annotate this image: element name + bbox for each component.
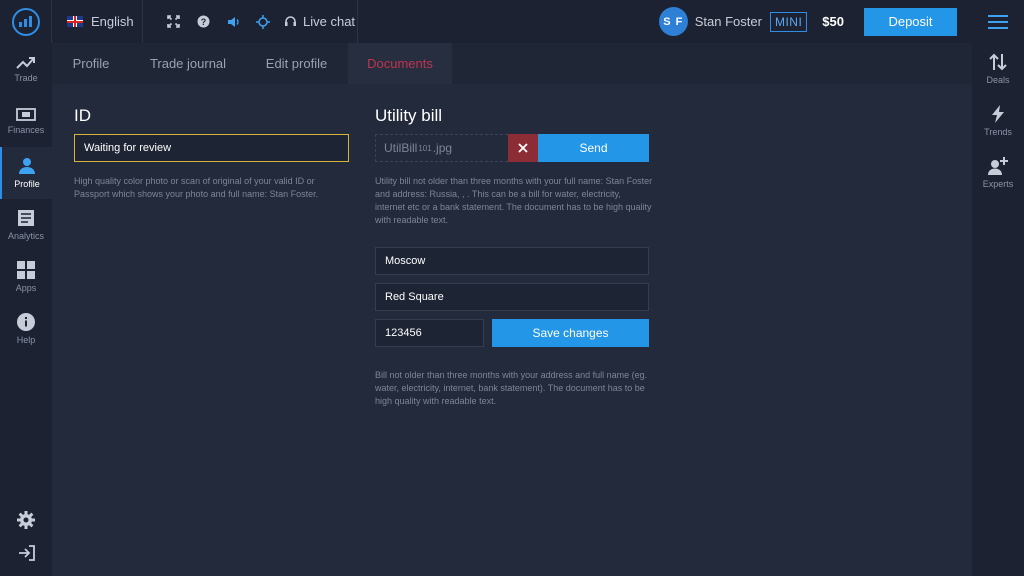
target-button[interactable] — [248, 0, 278, 43]
sidebar-item-analytics[interactable]: Analytics — [0, 199, 52, 251]
language-selector[interactable]: English — [52, 0, 143, 43]
close-icon — [518, 143, 528, 153]
add-user-icon — [988, 157, 1008, 175]
hamburger-icon — [988, 14, 1008, 17]
trend-up-icon — [16, 57, 35, 69]
tab-profile[interactable]: Profile — [52, 43, 130, 84]
remove-file-button[interactable] — [508, 134, 538, 162]
user-icon — [19, 158, 35, 174]
account-type-badge: MINI — [769, 11, 808, 32]
user-area: S F Stan Foster MINI $50 Deposit — [658, 0, 1024, 43]
banknote-icon — [16, 107, 36, 121]
id-section-title: ID — [74, 106, 91, 125]
sound-button[interactable] — [218, 0, 248, 43]
tab-edit-profile[interactable]: Edit profile — [246, 43, 347, 84]
logout-icon — [18, 545, 35, 561]
sidebar-item-label: Finances — [7, 124, 45, 135]
street-input[interactable] — [375, 283, 649, 311]
file-name-extension: .jpg — [432, 141, 453, 155]
sidebar-item-trends[interactable]: Trends — [972, 95, 1024, 147]
sort-arrows-icon — [989, 53, 1007, 71]
top-bar: English ? Live chat S F Stan Foster MINI… — [0, 0, 1024, 43]
id-hint: High quality color photo or scan of orig… — [74, 176, 319, 199]
sidebar-item-label: Experts — [982, 179, 1014, 189]
logout-button[interactable] — [0, 542, 52, 564]
file-name-number: 101 — [418, 143, 432, 153]
id-status-box: Waiting for review — [74, 134, 349, 162]
speaker-icon — [227, 16, 239, 27]
menu-button[interactable] — [972, 0, 1024, 43]
save-changes-button[interactable]: Save changes — [492, 319, 649, 347]
profile-tabs: Profile Trade journal Edit profile Docum… — [52, 43, 972, 84]
svg-text:?: ? — [200, 17, 206, 27]
gear-icon — [17, 511, 35, 529]
bill-hint: Bill not older than three months with yo… — [375, 370, 648, 406]
info-icon — [17, 313, 35, 331]
fullscreen-button[interactable] — [158, 0, 188, 43]
sidebar-item-label: Trade — [14, 73, 38, 83]
sidebar-item-finances[interactable]: Finances — [0, 95, 52, 147]
sidebar-item-label: Trends — [984, 127, 1012, 137]
headset-icon — [285, 16, 296, 26]
sidebar-item-deals[interactable]: Deals — [972, 43, 1024, 95]
right-sidebar: Deals Trends Experts — [972, 43, 1024, 576]
sidebar-item-label: Deals — [986, 75, 1010, 85]
send-button[interactable]: Send — [538, 134, 649, 162]
city-input[interactable] — [375, 247, 649, 275]
utility-section-title: Utility bill — [375, 106, 443, 125]
settings-button[interactable] — [0, 509, 52, 531]
balance: $50 — [822, 14, 844, 29]
question-icon: ? — [197, 15, 209, 28]
left-sidebar: Trade Finances Profile Analytics Apps He… — [0, 43, 52, 576]
sidebar-item-label: Apps — [15, 283, 37, 293]
avatar[interactable]: S F — [658, 7, 688, 36]
sidebar-item-label: Profile — [14, 179, 40, 189]
deposit-button[interactable]: Deposit — [864, 7, 957, 36]
grid-icon — [17, 261, 35, 279]
toolbar: ? Live chat — [143, 0, 358, 43]
document-icon — [18, 210, 34, 226]
uk-flag-icon — [67, 16, 83, 27]
sidebar-item-label: Help — [16, 335, 36, 345]
livechat-label: Live chat — [303, 14, 356, 29]
livechat-button[interactable]: Live chat — [284, 14, 355, 29]
logo-icon — [11, 7, 40, 36]
file-name-start: UtilBill — [384, 141, 418, 155]
user-name[interactable]: Stan Foster — [695, 14, 762, 29]
crosshair-icon — [256, 14, 270, 29]
lightning-icon — [992, 105, 1004, 123]
file-name-box: UtilBill 101 .jpg — [375, 134, 508, 162]
help-button[interactable]: ? — [188, 0, 218, 43]
sidebar-item-trade[interactable]: Trade — [0, 43, 52, 95]
sidebar-item-apps[interactable]: Apps — [0, 251, 52, 303]
sidebar-item-experts[interactable]: Experts — [972, 147, 1024, 199]
logo[interactable] — [0, 0, 52, 43]
zip-input[interactable] — [375, 319, 484, 347]
fullscreen-icon — [166, 15, 180, 28]
language-label: English — [91, 14, 134, 29]
sidebar-item-profile[interactable]: Profile — [0, 147, 52, 199]
tab-trade-journal[interactable]: Trade journal — [132, 43, 244, 84]
utility-hint: Utility bill not older than three months… — [375, 176, 653, 225]
sidebar-item-label: Analytics — [7, 231, 44, 241]
sidebar-item-help[interactable]: Help — [0, 303, 52, 355]
tab-documents[interactable]: Documents — [348, 43, 452, 84]
